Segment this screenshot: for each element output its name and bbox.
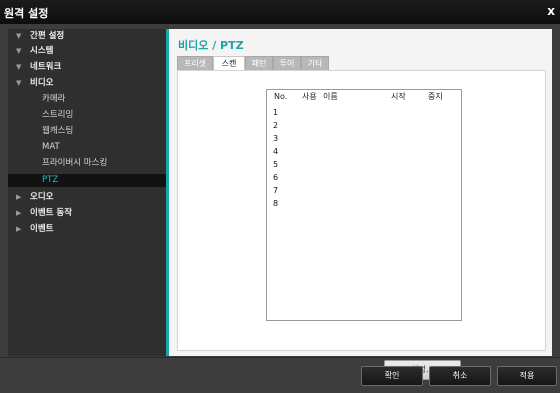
tree-item-label: PTZ [42, 175, 59, 185]
tree-item-label: 간편 설정 [30, 31, 65, 41]
column-header-stop: 중지 [428, 92, 443, 101]
tree-item-label: 프라이버시 마스킹 [42, 158, 108, 168]
expand-arrow-icon: ▼ [16, 79, 22, 87]
tab-scan[interactable]: 스캔 [213, 56, 245, 71]
column-header-use: 사용 [302, 92, 317, 101]
expand-arrow-icon: ▶ [16, 193, 22, 201]
tree-item-quick-setup[interactable]: ▼ 간편 설정 [8, 30, 166, 43]
list-item[interactable]: 3 [273, 132, 453, 145]
list-item[interactable]: 4 [273, 145, 453, 158]
tree-item-label: 시스템 [30, 46, 54, 56]
apply-button[interactable]: 적용 [497, 366, 557, 386]
remote-setup-window: 원격 설정 x ▼ 간편 설정 ▼ 시스템 ▼ 네트워크 ▼ 비디오 카메라 스… [0, 0, 560, 393]
tree-item-label: MAT [42, 142, 60, 152]
tree-item-label: 카메라 [42, 94, 66, 104]
expand-arrow-icon: ▶ [16, 225, 22, 233]
tree-item-privacy-masking[interactable]: 프라이버시 마스킹 [8, 157, 166, 170]
tree-item-label: 이벤트 동작 [30, 208, 73, 218]
list-item[interactable]: 2 [273, 119, 453, 132]
tree-item-label: 오디오 [30, 192, 54, 202]
settings-tree: ▼ 간편 설정 ▼ 시스템 ▼ 네트워크 ▼ 비디오 카메라 스트리밍 웹캐스팅… [8, 29, 169, 356]
expand-arrow-icon: ▼ [16, 63, 22, 71]
breadcrumb: 비디오 / PTZ [178, 39, 244, 52]
list-item[interactable]: 1 [273, 106, 453, 119]
close-icon[interactable]: x [547, 4, 555, 18]
title-bar[interactable]: 원격 설정 x [0, 0, 560, 24]
tree-item-mat[interactable]: MAT [8, 141, 166, 154]
expand-arrow-icon: ▶ [16, 209, 22, 217]
ok-button[interactable]: 확인 [361, 366, 423, 386]
footer-divider [0, 357, 560, 358]
content-area: 비디오 / PTZ 프리셋 스캔 패턴 투어 기타 No. 사용 이름 시작 중… [169, 29, 552, 380]
tree-item-streaming[interactable]: 스트리밍 [8, 109, 166, 122]
tree-item-label: 이벤트 [30, 224, 54, 234]
tree-item-event-action[interactable]: ▶ 이벤트 동작 [8, 207, 166, 220]
expand-arrow-icon: ▼ [16, 47, 22, 55]
tree-item-audio[interactable]: ▶ 오디오 [8, 191, 166, 204]
list-item[interactable]: 6 [273, 171, 453, 184]
list-header: No. 사용 이름 시작 중지 [267, 90, 461, 104]
tree-item-label: 스트리밍 [42, 110, 74, 120]
tree-item-label: 네트워크 [30, 62, 62, 72]
window-title: 원격 설정 [4, 7, 49, 20]
tree-item-event[interactable]: ▶ 이벤트 [8, 223, 166, 236]
tree-item-label: 비디오 [30, 78, 54, 88]
list-item[interactable]: 5 [273, 158, 453, 171]
scan-panel: No. 사용 이름 시작 중지 1 2 3 4 5 6 7 8 설정... [177, 70, 546, 380]
column-header-no: No. [274, 92, 288, 101]
column-header-start: 시작 [391, 92, 406, 101]
expand-arrow-icon: ▼ [16, 32, 22, 40]
scan-list[interactable]: No. 사용 이름 시작 중지 1 2 3 4 5 6 7 8 [266, 89, 462, 321]
list-item[interactable]: 8 [273, 197, 453, 210]
tree-item-network[interactable]: ▼ 네트워크 [8, 61, 166, 74]
tab-tour[interactable]: 투어 [273, 56, 301, 70]
tree-item-system[interactable]: ▼ 시스템 [8, 45, 166, 58]
tab-etc[interactable]: 기타 [301, 56, 329, 70]
column-header-name: 이름 [323, 92, 338, 101]
list-item[interactable]: 7 [273, 184, 453, 197]
tree-item-video[interactable]: ▼ 비디오 [8, 77, 166, 90]
tree-item-ptz[interactable]: PTZ [8, 174, 166, 187]
tree-item-camera[interactable]: 카메라 [8, 93, 166, 106]
tree-item-webcasting[interactable]: 웹캐스팅 [8, 125, 166, 138]
cancel-button[interactable]: 취소 [429, 366, 491, 386]
tab-preset[interactable]: 프리셋 [177, 56, 213, 70]
tree-item-label: 웹캐스팅 [42, 126, 74, 136]
tab-pattern[interactable]: 패턴 [245, 56, 273, 70]
